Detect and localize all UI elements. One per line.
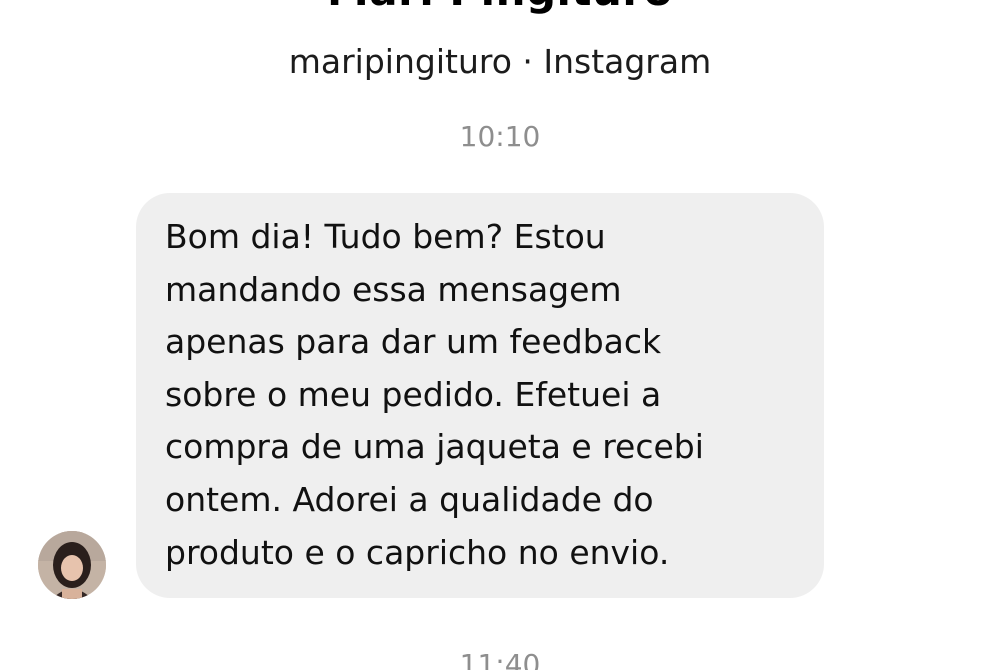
profile-username-platform: maripingituro · Instagram xyxy=(288,42,712,81)
message-timestamp: 11:40 xyxy=(459,648,541,670)
dm-thread-screen: Mari Pingituro maripingituro · Instagram… xyxy=(0,0,1000,670)
message-timestamp: 10:10 xyxy=(459,120,541,153)
message-text: Bom dia! Tudo bem? Estou mandando essa m… xyxy=(165,217,704,572)
avatar-photo-icon xyxy=(38,531,106,599)
message-row: Bom dia! Tudo bem? Estou mandando essa m… xyxy=(38,193,838,603)
avatar[interactable] xyxy=(38,531,106,599)
message-bubble[interactable]: Bom dia! Tudo bem? Estou mandando essa m… xyxy=(136,193,824,598)
profile-name[interactable]: Mari Pingituro xyxy=(0,0,1000,15)
